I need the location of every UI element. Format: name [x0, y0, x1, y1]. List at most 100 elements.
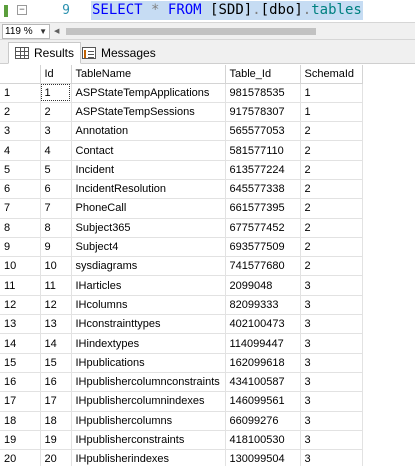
column-header-schemaid[interactable]: SchemaId	[300, 65, 363, 84]
table-row[interactable]: 17 17 IHpublishercolumnindexes 146099561 3	[0, 391, 363, 412]
cell-schemaid[interactable]: 2	[300, 140, 363, 161]
cell-id[interactable]: 19	[40, 430, 72, 451]
cell-table-id[interactable]: 661577395	[225, 198, 301, 219]
cell-id[interactable]: 1	[40, 83, 72, 103]
cell-tablename[interactable]: IHarticles	[71, 275, 226, 296]
table-row[interactable]: 18 18 IHpublishercolumns 66099276 3	[0, 411, 363, 431]
cell-schemaid[interactable]: 1	[300, 102, 363, 123]
cell-tablename[interactable]: ASPStateTempSessions	[71, 102, 226, 123]
cell-tablename[interactable]: sysdiagrams	[71, 256, 226, 277]
cell-id[interactable]: 18	[40, 411, 72, 431]
zoom-select[interactable]: 119 % ▼	[2, 24, 50, 39]
cell-schemaid[interactable]: 2	[300, 160, 363, 180]
collapse-icon[interactable]: −	[17, 5, 27, 15]
table-row[interactable]: 16 16 IHpublishercolumnconstraints 43410058…	[0, 372, 363, 393]
row-number[interactable]: 12	[0, 295, 41, 316]
cell-table-id[interactable]: 130099504	[225, 449, 301, 466]
row-number[interactable]: 8	[0, 218, 41, 238]
table-row[interactable]: 7 7 PhoneCall 661577395 2	[0, 198, 363, 219]
cell-table-id[interactable]: 565577053	[225, 121, 301, 142]
row-number[interactable]: 18	[0, 411, 41, 431]
cell-schemaid[interactable]: 2	[300, 121, 363, 142]
cell-id[interactable]: 7	[40, 198, 72, 219]
cell-table-id[interactable]: 402100473	[225, 314, 301, 335]
row-number[interactable]: 10	[0, 256, 41, 277]
cell-schemaid[interactable]: 2	[300, 218, 363, 238]
column-header-tablename[interactable]: TableName	[71, 65, 226, 84]
cell-tablename[interactable]: IHpublisherconstraints	[71, 430, 226, 451]
cell-id[interactable]: 11	[40, 275, 72, 296]
row-number[interactable]: 14	[0, 333, 41, 354]
table-row[interactable]: 15 15 IHpublications 162099618 3	[0, 353, 363, 373]
row-number[interactable]: 7	[0, 198, 41, 219]
cell-table-id[interactable]: 613577224	[225, 160, 301, 180]
cell-id[interactable]: 3	[40, 121, 72, 142]
cell-table-id[interactable]: 2099048	[225, 275, 301, 296]
cell-id[interactable]: 20	[40, 449, 72, 466]
cell-tablename[interactable]: IHpublishercolumnconstraints	[71, 372, 226, 393]
cell-tablename[interactable]: Subject365	[71, 218, 226, 238]
row-number[interactable]: 17	[0, 391, 41, 412]
cell-table-id[interactable]: 677577452	[225, 218, 301, 238]
cell-table-id[interactable]: 434100587	[225, 372, 301, 393]
cell-id[interactable]: 15	[40, 353, 72, 373]
cell-tablename[interactable]: IHpublishercolumnindexes	[71, 391, 226, 412]
cell-tablename[interactable]: IHpublishercolumns	[71, 411, 226, 431]
table-row[interactable]: 12 12 IHcolumns 82099333 3	[0, 295, 363, 316]
cell-id[interactable]: 6	[40, 179, 72, 200]
cell-schemaid[interactable]: 3	[300, 372, 363, 393]
table-row[interactable]: 10 10 sysdiagrams 741577680 2	[0, 256, 363, 277]
table-row[interactable]: 13 13 IHconstrainttypes 402100473 3	[0, 314, 363, 335]
cell-id[interactable]: 10	[40, 256, 72, 277]
cell-tablename[interactable]: IncidentResolution	[71, 179, 226, 200]
cell-table-id[interactable]: 693577509	[225, 237, 301, 258]
cell-tablename[interactable]: Annotation	[71, 121, 226, 142]
scroll-thumb[interactable]	[66, 28, 316, 35]
cell-tablename[interactable]: IHindextypes	[71, 333, 226, 354]
cell-schemaid[interactable]: 3	[300, 275, 363, 296]
row-number[interactable]: 9	[0, 237, 41, 258]
cell-schemaid[interactable]: 3	[300, 391, 363, 412]
cell-id[interactable]: 4	[40, 140, 72, 161]
column-header-id[interactable]: Id	[40, 65, 72, 84]
corner-header[interactable]	[0, 65, 41, 84]
cell-id[interactable]: 5	[40, 160, 72, 180]
row-number[interactable]: 1	[0, 83, 41, 103]
cell-table-id[interactable]: 82099333	[225, 295, 301, 316]
tab-messages[interactable]: Messages	[76, 42, 162, 64]
cell-schemaid[interactable]: 3	[300, 449, 363, 466]
table-row[interactable]: 9 9 Subject4 693577509 2	[0, 237, 363, 258]
cell-id[interactable]: 17	[40, 391, 72, 412]
row-number[interactable]: 16	[0, 372, 41, 393]
cell-schemaid[interactable]: 3	[300, 353, 363, 373]
column-header-table-id[interactable]: Table_Id	[225, 65, 301, 84]
cell-schemaid[interactable]: 1	[300, 83, 363, 103]
cell-table-id[interactable]: 146099561	[225, 391, 301, 412]
cell-tablename[interactable]: PhoneCall	[71, 198, 226, 219]
row-number[interactable]: 4	[0, 140, 41, 161]
cell-table-id[interactable]: 981578535	[225, 83, 301, 103]
row-number[interactable]: 11	[0, 275, 41, 296]
cell-id[interactable]: 16	[40, 372, 72, 393]
row-number[interactable]: 13	[0, 314, 41, 335]
cell-table-id[interactable]: 162099618	[225, 353, 301, 373]
cell-schemaid[interactable]: 2	[300, 198, 363, 219]
cell-id[interactable]: 2	[40, 102, 72, 123]
cell-table-id[interactable]: 741577680	[225, 256, 301, 277]
cell-id[interactable]: 9	[40, 237, 72, 258]
cell-id[interactable]: 8	[40, 218, 72, 238]
horizontal-scrollbar[interactable]: ◀	[54, 27, 410, 36]
cell-table-id[interactable]: 418100530	[225, 430, 301, 451]
cell-tablename[interactable]: IHpublisherindexes	[71, 449, 226, 466]
cell-tablename[interactable]: Incident	[71, 160, 226, 180]
table-row[interactable]: 11 11 IHarticles 2099048 3	[0, 275, 363, 296]
table-row[interactable]: 20 20 IHpublisherindexes 130099504 3	[0, 449, 363, 466]
cell-tablename[interactable]: IHcolumns	[71, 295, 226, 316]
table-row[interactable]: 2 2 ASPStateTempSessions 917578307 1	[0, 102, 363, 123]
cell-table-id[interactable]: 581577110	[225, 140, 301, 161]
table-row[interactable]: 14 14 IHindextypes 114099447 3	[0, 333, 363, 354]
row-number[interactable]: 2	[0, 102, 41, 123]
cell-tablename[interactable]: IHpublications	[71, 353, 226, 373]
cell-table-id[interactable]: 114099447	[225, 333, 301, 354]
row-number[interactable]: 20	[0, 449, 41, 466]
